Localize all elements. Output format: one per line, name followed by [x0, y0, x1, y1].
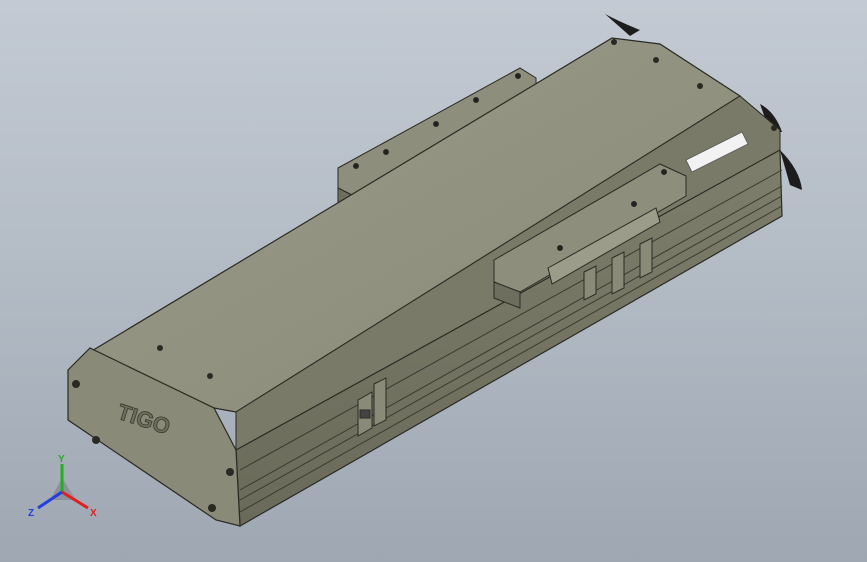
- linear-actuator-model[interactable]: TIGO Y X Z: [0, 0, 867, 562]
- z-axis-label: Z: [28, 508, 34, 519]
- 3d-viewport[interactable]: TIGO Y X Z: [0, 0, 867, 562]
- y-axis-label: Y: [58, 454, 65, 465]
- x-axis-label: X: [90, 508, 97, 519]
- orientation-triad: Y X Z: [28, 454, 97, 519]
